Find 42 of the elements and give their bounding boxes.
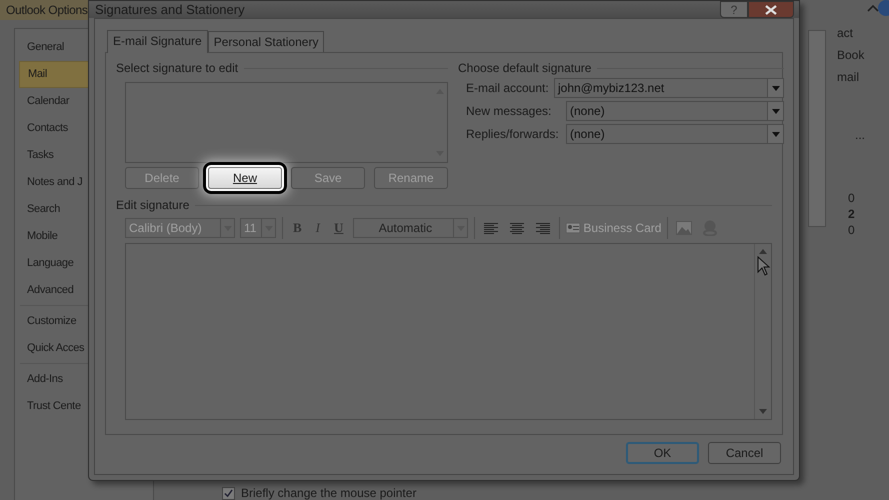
section-title: Edit signature: [116, 198, 190, 212]
scroll-down-icon[interactable]: [759, 409, 767, 414]
align-icon[interactable]: [510, 222, 524, 234]
align-icon[interactable]: [536, 222, 550, 234]
checkbox[interactable]: [222, 486, 235, 500]
dropdown[interactable]: (none): [566, 101, 784, 121]
count-text: 2: [848, 206, 855, 222]
dialog-title: Signatures and Stationery: [95, 2, 245, 17]
dropdown[interactable]: john@mybiz123.net: [554, 78, 784, 98]
close-button[interactable]: [748, 1, 794, 18]
align-icon[interactable]: [484, 222, 498, 234]
ribbon-item[interactable]: act: [837, 24, 864, 42]
column-header: ...: [855, 128, 866, 142]
section-title: Choose default signature: [458, 61, 592, 75]
signature-list[interactable]: [125, 82, 448, 163]
count-text: 0: [848, 222, 855, 238]
tab[interactable]: E-mail Signature: [107, 30, 208, 53]
dialog-button[interactable]: Cancel: [708, 442, 781, 464]
ribbon-item[interactable]: mail: [837, 68, 864, 86]
dropdown-arrow-icon: [772, 108, 780, 114]
checkbox-label: Briefly change the mouse pointer: [241, 486, 416, 500]
dropdown-arrow-icon: [772, 86, 780, 90]
business-card-icon: [566, 223, 580, 233]
help-button[interactable]: ?: [720, 1, 748, 18]
count-text: 0: [848, 190, 855, 206]
color-dropdown[interactable]: Automatic: [353, 218, 468, 238]
mouse-cursor-icon: [757, 256, 771, 276]
size-dropdown[interactable]: 11: [240, 218, 276, 238]
scrollbar[interactable]: [808, 30, 826, 227]
dropdown[interactable]: (none): [566, 124, 784, 144]
dialog-button[interactable]: OK: [626, 442, 699, 464]
font-dropdown[interactable]: Calibri (Body): [125, 218, 235, 238]
field-label: New messages:: [466, 104, 552, 118]
close-icon: [765, 4, 777, 14]
business-card-button[interactable]: Business Card: [566, 221, 662, 235]
collapse-icon[interactable]: [867, 4, 879, 12]
picture-icon[interactable]: [676, 221, 692, 235]
ribbon-item[interactable]: Book: [837, 46, 864, 64]
scroll-up-icon[interactable]: [759, 249, 767, 254]
tab[interactable]: Personal Stationery: [208, 31, 324, 52]
field-label: E-mail account:: [466, 81, 550, 95]
dropdown-arrow-icon: [772, 132, 780, 136]
